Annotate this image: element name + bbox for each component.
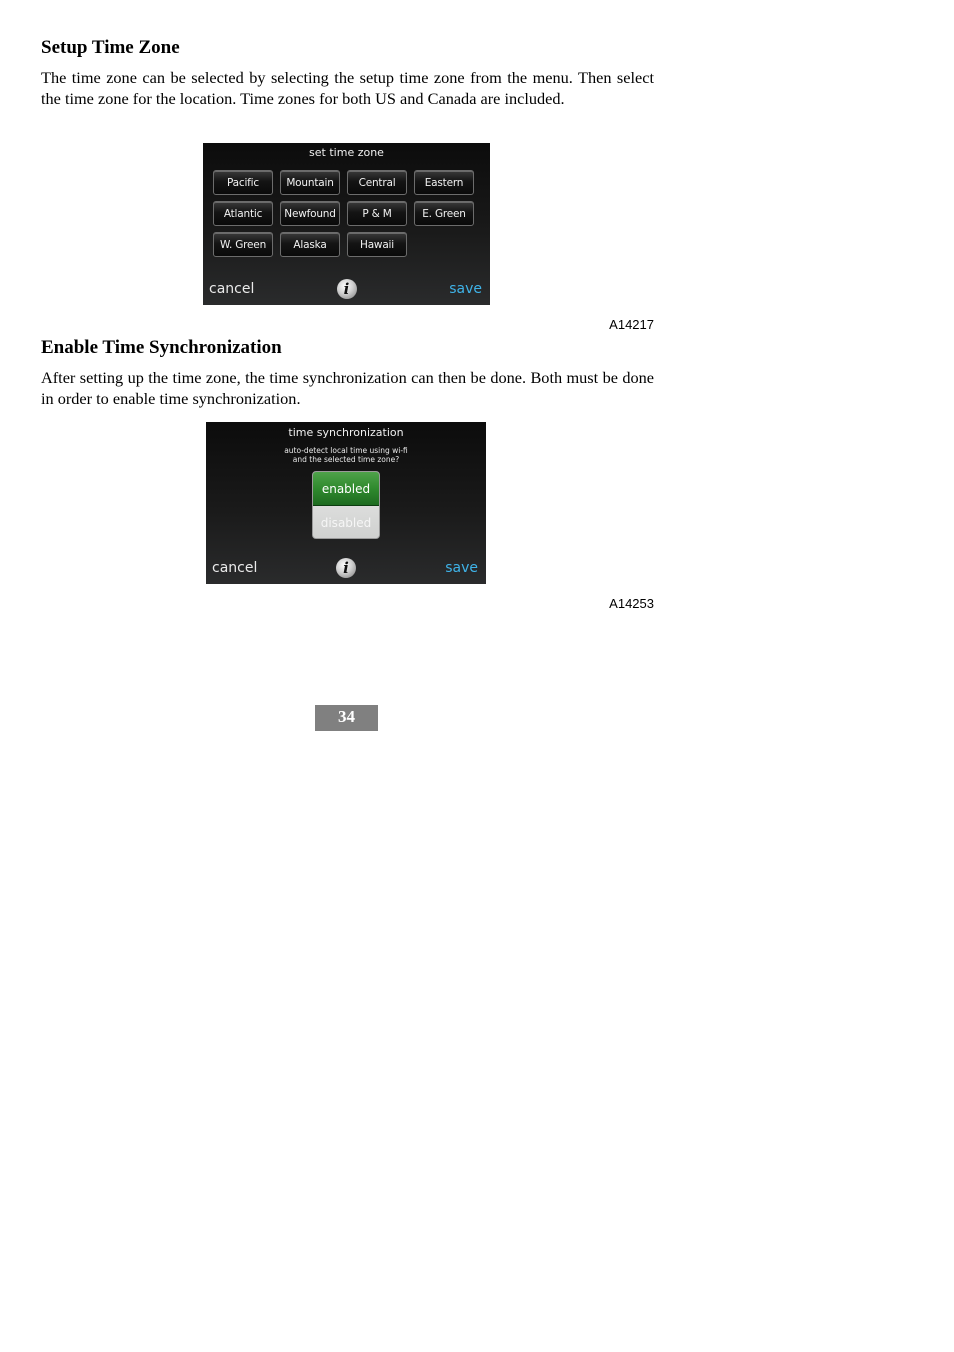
screen-title: set time zone bbox=[309, 146, 384, 159]
time-zone-grid: Pacific Mountain Central Eastern Atlanti… bbox=[213, 170, 474, 257]
info-icon[interactable]: i bbox=[336, 279, 357, 299]
zone-button-pacific[interactable]: Pacific bbox=[213, 170, 273, 195]
section-heading-setup-time-zone: Setup Time Zone bbox=[41, 37, 180, 58]
screen-title: time synchronization bbox=[288, 426, 404, 439]
figure-code: A14217 bbox=[609, 317, 654, 332]
zone-button-hawaii[interactable]: Hawaii bbox=[347, 232, 407, 257]
sync-toggle: enabled disabled bbox=[312, 471, 380, 539]
cancel-button[interactable]: cancel bbox=[212, 560, 257, 576]
page-number: 34 bbox=[315, 705, 378, 731]
save-button[interactable]: save bbox=[445, 560, 478, 576]
section-paragraph-enable-time-sync: After setting up the time zone, the time… bbox=[41, 368, 654, 408]
section-heading-enable-time-sync: Enable Time Synchronization bbox=[41, 337, 282, 358]
zone-button-newfound[interactable]: Newfound bbox=[280, 201, 340, 226]
zone-button-e-green[interactable]: E. Green bbox=[414, 201, 474, 226]
enabled-option[interactable]: enabled bbox=[313, 472, 379, 506]
save-button[interactable]: save bbox=[449, 281, 482, 297]
section-paragraph-setup-time-zone: The time zone can be selected by selecti… bbox=[41, 68, 654, 108]
info-icon[interactable]: i bbox=[336, 558, 356, 578]
time-synchronization-screen: time synchronization auto-detect local t… bbox=[206, 422, 486, 584]
subtitle-line-2: and the selected time zone? bbox=[292, 455, 400, 464]
zone-button-mountain[interactable]: Mountain bbox=[280, 170, 340, 195]
set-time-zone-screen: set time zone Pacific Mountain Central E… bbox=[203, 143, 490, 305]
figure-code: A14253 bbox=[609, 596, 654, 611]
screen-subtitle: auto-detect local time using wi-fi and t… bbox=[206, 446, 486, 464]
zone-button-eastern[interactable]: Eastern bbox=[414, 170, 474, 195]
zone-button-atlantic[interactable]: Atlantic bbox=[213, 201, 273, 226]
zone-button-alaska[interactable]: Alaska bbox=[280, 232, 340, 257]
zone-button-p-and-m[interactable]: P & M bbox=[347, 201, 407, 226]
subtitle-line-1: auto-detect local time using wi-fi bbox=[284, 446, 408, 455]
disabled-option[interactable]: disabled bbox=[313, 506, 379, 538]
zone-button-central[interactable]: Central bbox=[347, 170, 407, 195]
zone-button-w-green[interactable]: W. Green bbox=[213, 232, 273, 257]
cancel-button[interactable]: cancel bbox=[209, 281, 254, 297]
